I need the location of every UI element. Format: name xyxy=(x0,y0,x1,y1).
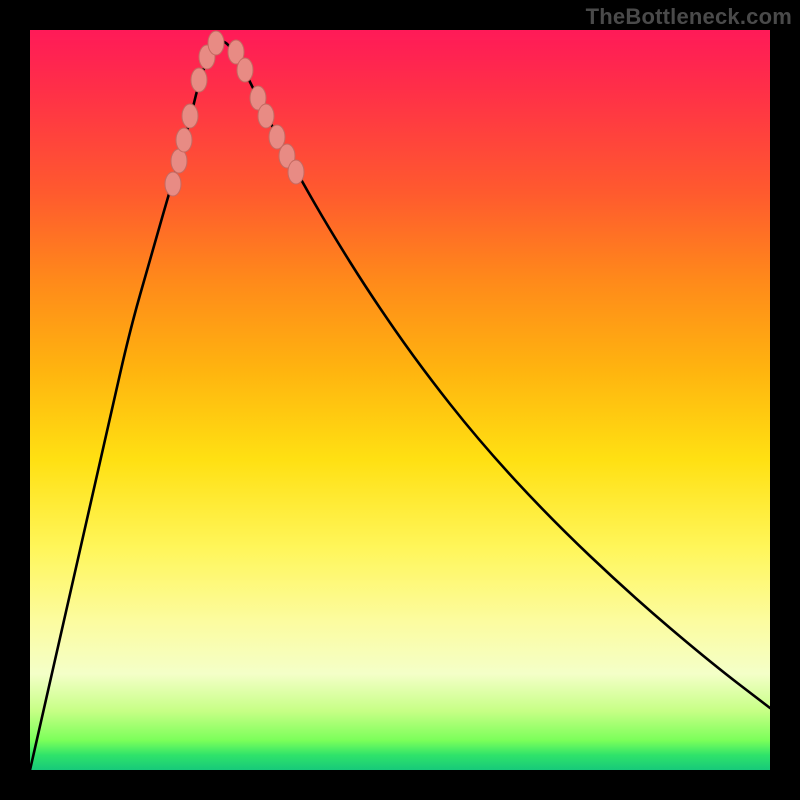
watermark-label: TheBottleneck.com xyxy=(586,4,792,30)
beads-right xyxy=(228,40,304,184)
bead-marker xyxy=(171,149,187,173)
bead-marker xyxy=(176,128,192,152)
bottleneck-curve-path xyxy=(30,42,770,771)
bead-marker xyxy=(182,104,198,128)
bead-marker xyxy=(258,104,274,128)
bead-marker xyxy=(237,58,253,82)
bead-marker xyxy=(165,172,181,196)
bead-marker xyxy=(208,31,224,55)
bead-marker xyxy=(288,160,304,184)
bottleneck-curve-svg xyxy=(30,30,770,770)
beads-left xyxy=(165,31,224,196)
chart-frame: TheBottleneck.com xyxy=(0,0,800,800)
plot-area xyxy=(30,30,770,770)
bead-marker xyxy=(191,68,207,92)
